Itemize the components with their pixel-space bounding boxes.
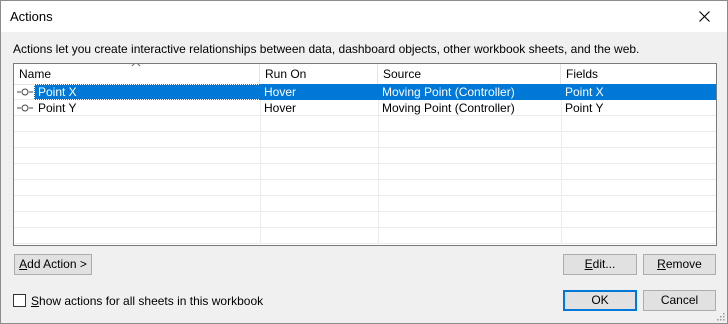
add-action-mnemonic: A: [19, 257, 28, 271]
cancel-button[interactable]: Cancel: [643, 290, 716, 311]
cell-fields: Point Y: [565, 101, 604, 115]
empty-row: [14, 164, 716, 180]
window-title: Actions: [10, 9, 53, 24]
table-row[interactable]: Point Y Hover Moving Point (Controller) …: [14, 100, 716, 116]
table-header: Name Run On Source Fields: [14, 64, 716, 85]
column-header-label: Name: [19, 67, 52, 81]
add-action-label: dd Action >: [27, 257, 87, 271]
sort-ascending-icon: [131, 64, 141, 67]
column-header-source[interactable]: Source: [378, 64, 561, 84]
remove-label: emove: [665, 257, 702, 271]
empty-row: [14, 116, 716, 132]
table-body: Point X Hover Moving Point (Controller) …: [14, 84, 716, 244]
cell-run-on: Hover: [260, 84, 379, 100]
title-bar: Actions: [1, 1, 727, 32]
remove-button[interactable]: Remove: [643, 254, 716, 275]
column-header-name[interactable]: Name: [14, 64, 260, 84]
hover-action-icon: [17, 104, 33, 112]
close-icon: [698, 11, 710, 22]
resize-grip-icon[interactable]: [715, 311, 725, 321]
column-header-label: Run On: [265, 67, 307, 81]
close-button[interactable]: [681, 1, 727, 32]
empty-row: [14, 212, 716, 228]
cell-run-on: Hover: [260, 100, 379, 116]
show-all-sheets-mnemonic: S: [31, 294, 40, 308]
dialog-description: Actions let you create interactive relat…: [13, 42, 640, 56]
edit-label: dit...: [592, 257, 616, 271]
cell-name: Point X: [34, 84, 261, 100]
ok-button[interactable]: OK: [563, 290, 637, 311]
empty-row: [14, 196, 716, 212]
add-action-button[interactable]: Add Action >: [14, 254, 92, 275]
cell-source: Moving Point (Controller): [378, 100, 562, 116]
empty-row: [14, 148, 716, 164]
table-row[interactable]: Point X Hover Moving Point (Controller) …: [14, 84, 716, 100]
column-header-label: Fields: [566, 67, 599, 81]
actions-table[interactable]: Name Run On Source Fields Point X Hover …: [13, 63, 717, 246]
edit-mnemonic: E: [584, 257, 593, 271]
column-header-label: Source: [383, 67, 422, 81]
cell-name: Point Y: [34, 100, 261, 116]
actions-dialog: Actions Actions let you create interacti…: [0, 0, 728, 324]
remove-mnemonic: R: [657, 257, 666, 271]
empty-row: [14, 132, 716, 148]
empty-row: [14, 228, 716, 244]
edit-button[interactable]: Edit...: [563, 254, 637, 275]
cell-fields: Point X: [561, 84, 716, 100]
column-header-fields[interactable]: Fields: [561, 64, 716, 84]
show-all-sheets-label[interactable]: Show actions for all sheets in this work…: [31, 294, 263, 308]
show-all-sheets-checkbox[interactable]: [13, 294, 26, 307]
cell-source: Moving Point (Controller): [378, 84, 562, 100]
hover-action-icon: [17, 88, 33, 96]
show-all-sheets-text: how actions for all sheets in this workb…: [39, 294, 264, 308]
empty-row: [14, 180, 716, 196]
column-header-run-on[interactable]: Run On: [260, 64, 378, 84]
